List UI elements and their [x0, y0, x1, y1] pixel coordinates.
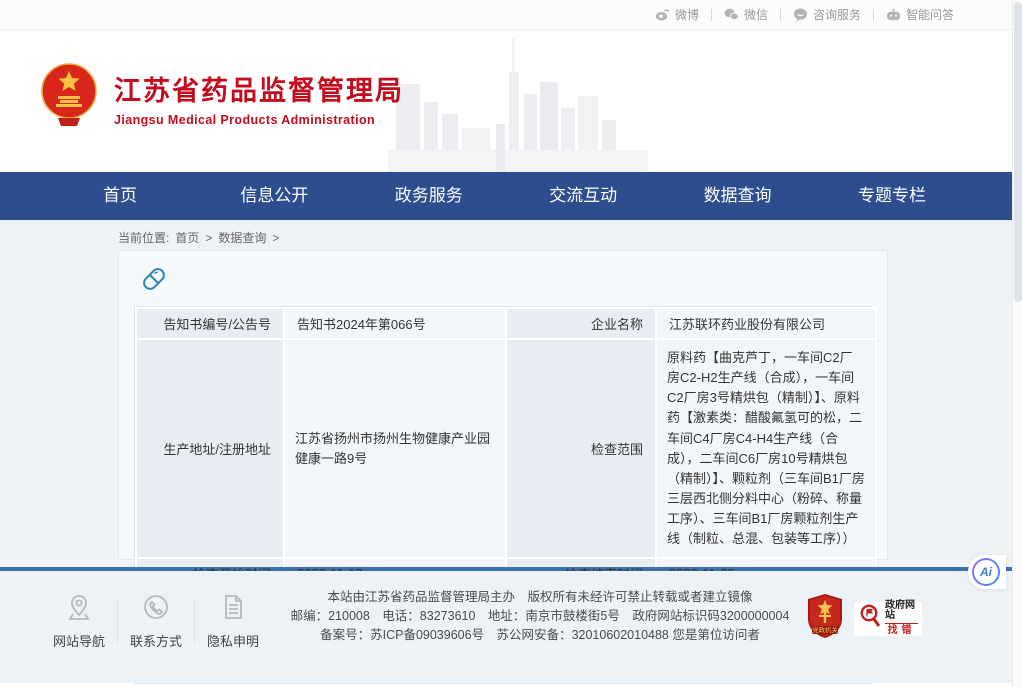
table-row: 告知书编号/公告号 告知书2024年第066号 企业名称 江苏联环药业股份有限公…	[136, 308, 876, 339]
scrollbar-thumb[interactable]	[1014, 2, 1022, 302]
find-error-top-label: 政府网站	[885, 601, 918, 624]
national-emblem-logo	[40, 63, 98, 132]
main-nav: 首页 信息公开 政务服务 交流互动 数据查询 专题专栏	[0, 172, 1012, 220]
footer-info: 本站由江苏省药品监督管理局主办 版权所有未经许可禁止转载或者建立镜像 邮编：21…	[290, 588, 790, 645]
breadcrumb: 当前位置: 首页 > 数据查询 >	[0, 220, 1012, 250]
smart-qa-label: 智能问答	[906, 6, 954, 23]
contact-link[interactable]: 联系方式	[125, 593, 187, 650]
topbar: 微博 微信 咨询服务 智能问答	[0, 0, 1012, 30]
wechat-link[interactable]: 微信	[724, 6, 768, 23]
site-navigation-link[interactable]: 网站导航	[48, 593, 110, 650]
value-scope: 原料药【曲克芦丁，一车间C2厂房C2-H2生产线（合成），一车间C2厂房3号精烘…	[656, 339, 876, 558]
gov-site-find-error-badge[interactable]: 政府网站 找错	[854, 602, 922, 636]
magnifier-flag-icon	[858, 603, 882, 634]
robot-qa-icon	[886, 8, 901, 22]
contact-label: 联系方式	[130, 631, 182, 650]
brand-block: 江苏省药品监督管理局 Jiangsu Medical Products Admi…	[40, 63, 404, 132]
label-notice-no: 告知书编号/公告号	[136, 308, 284, 339]
map-pin-icon	[65, 593, 93, 624]
content-area: 当前位置: 首页 > 数据查询 > 告知书	[0, 220, 1012, 567]
party-gov-shield-badge[interactable]: 党政机关	[806, 593, 844, 644]
footer-quick-links: 网站导航 联系方式	[48, 593, 264, 650]
brand-text: 江苏省药品监督管理局 Jiangsu Medical Products Admi…	[114, 69, 404, 127]
page: 微博 微信 咨询服务 智能问答	[0, 0, 1012, 687]
nav-item-data-query[interactable]: 数据查询	[678, 172, 798, 220]
wechat-icon	[724, 8, 739, 21]
footer-line-host: 本站由江苏省药品监督管理局主办 版权所有未经许可禁止转载或者建立镜像	[290, 588, 790, 607]
weibo-label: 微博	[675, 6, 699, 23]
detail-panel: 告知书编号/公告号 告知书2024年第066号 企业名称 江苏联环药业股份有限公…	[118, 250, 888, 560]
breadcrumb-home-link[interactable]: 首页	[175, 229, 199, 246]
value-address: 江苏省扬州市扬州生物健康产业园健康一路9号	[284, 339, 506, 558]
footer-badges: 党政机关 政府网站 找错	[806, 593, 922, 644]
nav-item-special-topics[interactable]: 专题专栏	[832, 172, 952, 220]
wechat-label: 微信	[744, 6, 768, 23]
breadcrumb-prefix: 当前位置:	[118, 229, 169, 246]
nav-item-interaction[interactable]: 交流互动	[523, 172, 643, 220]
consult-service-link[interactable]: 咨询服务	[793, 6, 861, 23]
city-skyline-illustration	[388, 32, 648, 172]
document-icon	[219, 593, 247, 624]
value-notice-no: 告知书2024年第066号	[284, 308, 506, 339]
site-navigation-label: 网站导航	[53, 631, 105, 650]
breadcrumb-separator: >	[205, 231, 212, 245]
footer-quick-divider	[117, 600, 118, 644]
table-row: 生产地址/注册地址 江苏省扬州市扬州生物健康产业园健康一路9号 检查范围 原料药…	[136, 339, 876, 558]
smart-qa-link[interactable]: 智能问答	[886, 6, 954, 23]
value-company: 江苏联环药业股份有限公司	[656, 308, 876, 339]
label-scope: 检查范围	[506, 339, 656, 558]
nav-item-home[interactable]: 首页	[60, 172, 180, 220]
footer-quick-divider	[194, 600, 195, 644]
find-error-text: 政府网站 找错	[885, 601, 918, 636]
breadcrumb-section-link[interactable]: 数据查询	[218, 229, 266, 246]
site-subtitle: Jiangsu Medical Products Administration	[114, 113, 404, 127]
footer-line-icp: 备案号：苏ICP备09039606号 苏公网安备：32010602010488 …	[290, 626, 790, 645]
weibo-link[interactable]: 微博	[655, 6, 699, 23]
footer: Ai 网站导航	[0, 571, 1012, 683]
footer-line-contact: 邮编：210008 电话：83273610 地址：南京市鼓楼街5号 政府网站标识…	[290, 607, 790, 626]
capsule-pill-icon	[140, 265, 872, 298]
nav-item-gov-services[interactable]: 政务服务	[369, 172, 489, 220]
consult-bubble-icon	[793, 8, 808, 22]
breadcrumb-separator: >	[272, 231, 279, 245]
privacy-statement-link[interactable]: 隐私申明	[202, 593, 264, 650]
ai-assistant-button[interactable]: Ai	[972, 558, 1000, 586]
ai-assistant-tab: Ai	[968, 555, 1006, 589]
weibo-icon	[655, 8, 670, 21]
consult-service-label: 咨询服务	[813, 6, 861, 23]
page-scrollbar	[1012, 0, 1022, 687]
site-title: 江苏省药品监督管理局	[114, 69, 404, 108]
site-header: 江苏省药品监督管理局 Jiangsu Medical Products Admi…	[0, 30, 1012, 172]
shield-badge-label: 党政机关	[812, 625, 838, 634]
label-address: 生产地址/注册地址	[136, 339, 284, 558]
privacy-statement-label: 隐私申明	[207, 631, 259, 650]
topbar-divider	[873, 9, 874, 21]
topbar-divider	[711, 9, 712, 21]
label-company: 企业名称	[506, 308, 656, 339]
nav-item-info-disclosure[interactable]: 信息公开	[214, 172, 334, 220]
topbar-divider	[780, 9, 781, 21]
find-error-bottom-label: 找错	[888, 626, 916, 636]
phone-icon	[142, 593, 170, 624]
